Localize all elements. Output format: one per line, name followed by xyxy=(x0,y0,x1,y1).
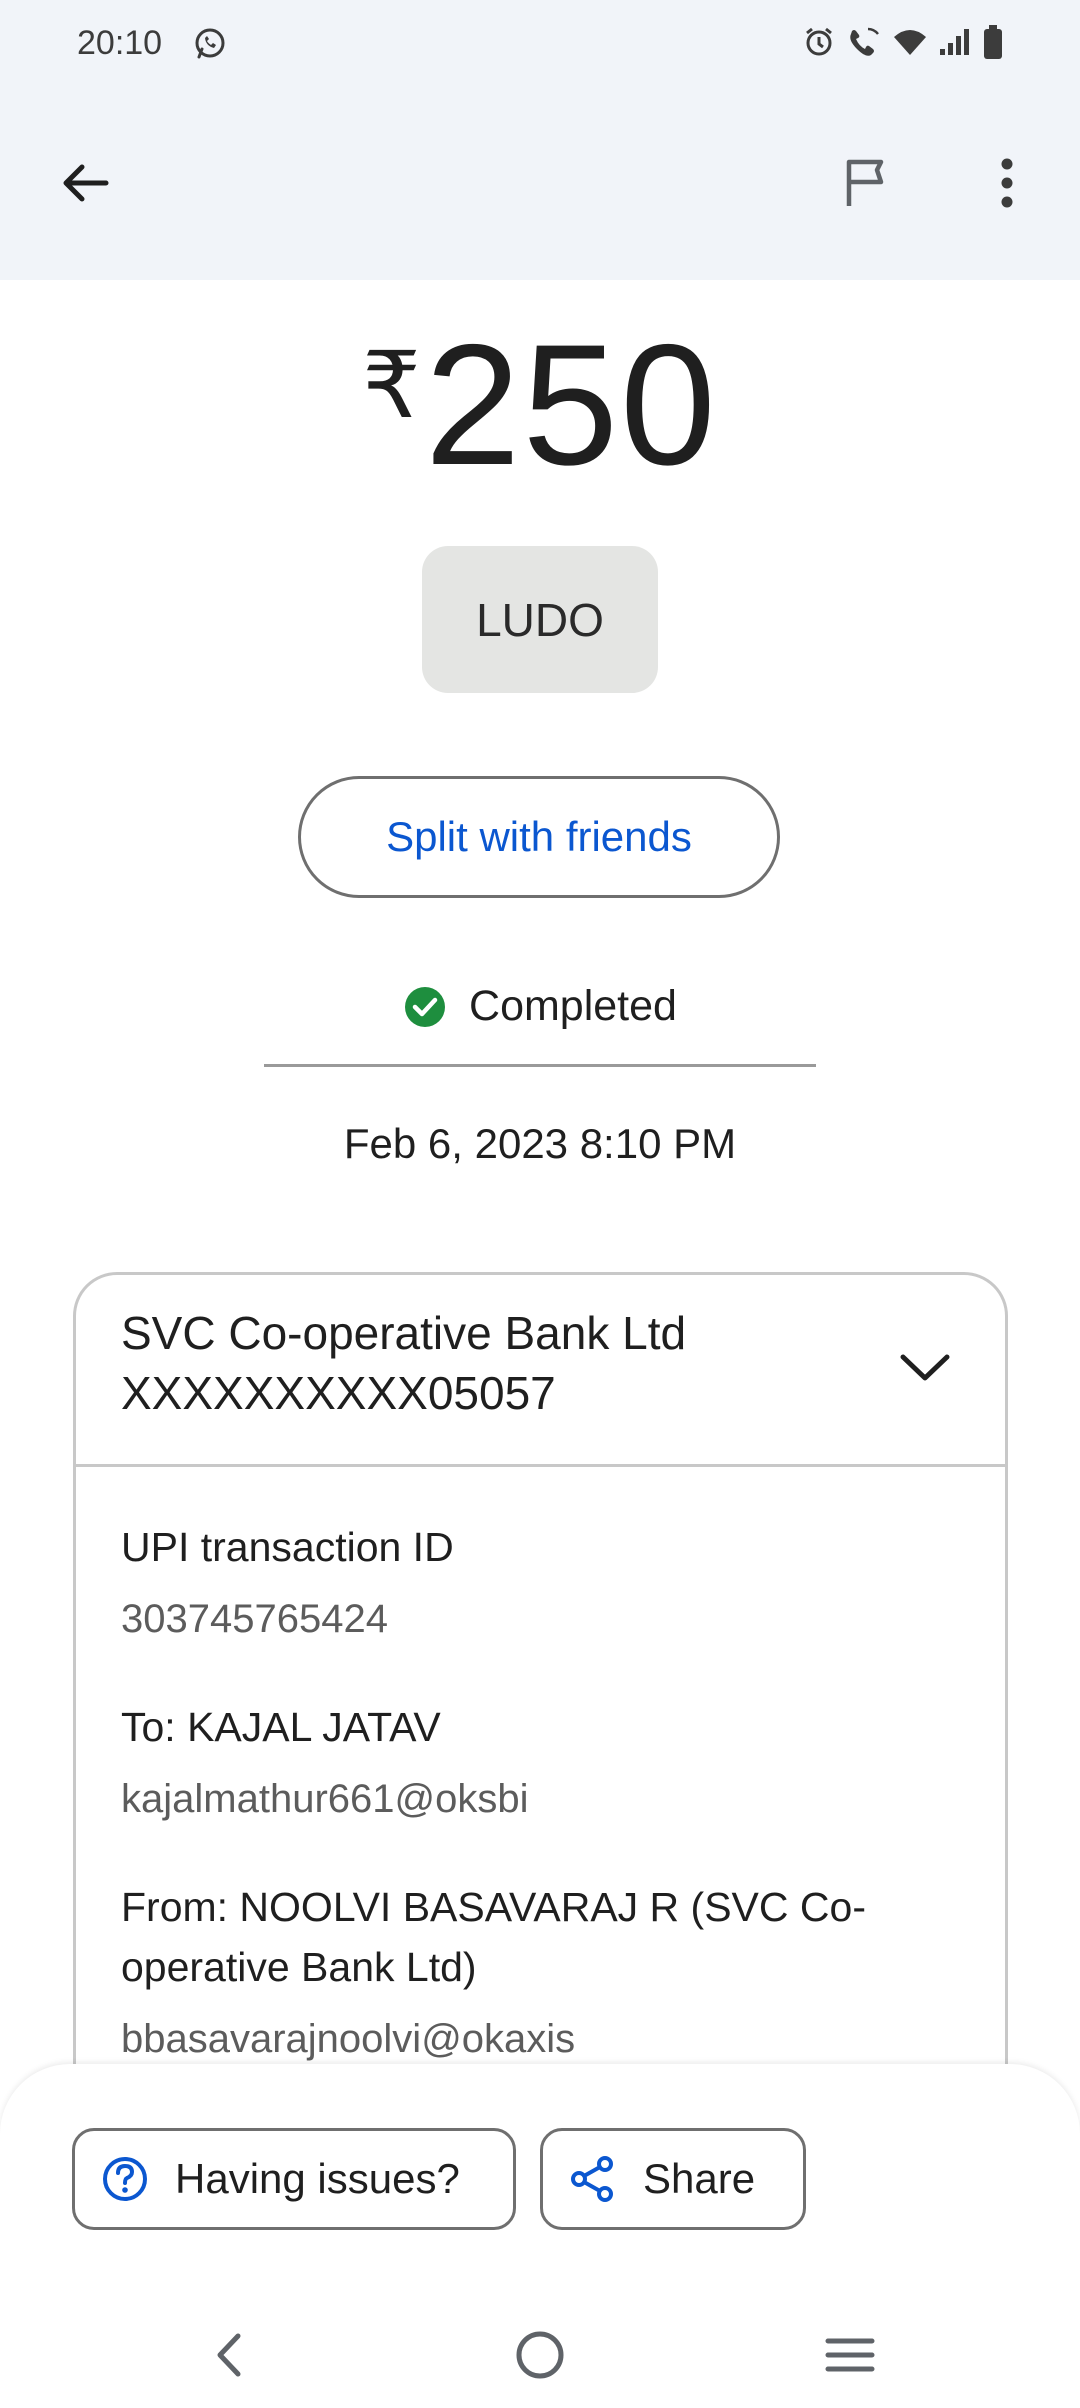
nav-home-icon xyxy=(516,2331,564,2379)
more-vert-icon xyxy=(1001,158,1013,208)
flag-icon xyxy=(846,159,884,206)
having-issues-label: Having issues? xyxy=(175,2155,460,2202)
transaction-status: Completed xyxy=(0,982,1080,1031)
signal-icon xyxy=(938,27,972,57)
alarm-icon xyxy=(802,25,836,59)
transaction-datetime: Feb 6, 2023 8:10 PM xyxy=(343,1120,737,1167)
share-button[interactable]: Share xyxy=(540,2128,806,2230)
amount-value: 250 xyxy=(424,309,718,501)
recipient-label: To: KAJAL JATAV xyxy=(121,1704,441,1750)
status-divider xyxy=(264,1064,816,1067)
having-issues-button[interactable]: Having issues? xyxy=(72,2128,516,2230)
share-label: Share xyxy=(643,2155,756,2202)
bank-account-header[interactable]: SVC Co-operative Bank Ltd XXXXXXXXXX0505… xyxy=(76,1275,1005,1467)
system-navigation-bar xyxy=(0,2300,1080,2408)
bank-account-info: SVC Co-operative Bank Ltd XXXXXXXXXX0505… xyxy=(121,1303,686,1423)
more-options-button[interactable] xyxy=(972,148,1042,218)
check-circle-icon xyxy=(405,986,446,1027)
nav-recents-icon xyxy=(825,2338,875,2372)
payment-note: LUDO xyxy=(422,546,658,693)
recipient-vpa: kajalmathur661@oksbi xyxy=(121,1777,529,1821)
arrow-left-icon xyxy=(63,164,109,202)
upi-id-value: 303745765424 xyxy=(121,1597,388,1641)
chevron-down-icon xyxy=(900,1354,950,1381)
upi-id-label: UPI transaction ID xyxy=(121,1524,454,1570)
share-icon xyxy=(571,2156,613,2202)
back-button[interactable] xyxy=(50,148,120,218)
sender-label-line1: From: NOOLVI BASAVARAJ R (SVC Co- xyxy=(121,1884,866,1930)
nav-back-icon xyxy=(217,2333,241,2377)
status-time: 20:10 xyxy=(77,24,163,62)
wifi-icon xyxy=(892,27,928,57)
currency-symbol: ₹ xyxy=(362,335,421,437)
wifi-call-icon xyxy=(846,25,882,59)
sender-vpa: bbasavarajnoolvi@okaxis xyxy=(121,2017,576,2061)
nav-recents-button[interactable] xyxy=(810,2320,890,2390)
status-bar: 20:10 xyxy=(0,0,1080,90)
status-text: Completed xyxy=(469,982,677,1030)
split-label: Split with friends xyxy=(386,813,692,860)
report-flag-button[interactable] xyxy=(830,148,900,218)
split-with-friends-button[interactable]: Split with friends xyxy=(298,776,780,898)
battery-icon xyxy=(982,24,1004,60)
nav-home-button[interactable] xyxy=(500,2320,580,2390)
expand-button[interactable] xyxy=(895,1337,955,1397)
whatsapp-icon xyxy=(192,25,232,65)
sender-label-line2: operative Bank Ltd) xyxy=(121,1944,477,1990)
help-circle-icon xyxy=(103,2157,147,2201)
bank-name: SVC Co-operative Bank Ltd xyxy=(121,1307,687,1359)
payment-note-text: LUDO xyxy=(476,593,604,646)
nav-back-button[interactable] xyxy=(188,2320,268,2390)
bank-account-number: XXXXXXXXXX05057 xyxy=(121,1367,556,1419)
transaction-amount: ₹250 xyxy=(0,310,1080,500)
